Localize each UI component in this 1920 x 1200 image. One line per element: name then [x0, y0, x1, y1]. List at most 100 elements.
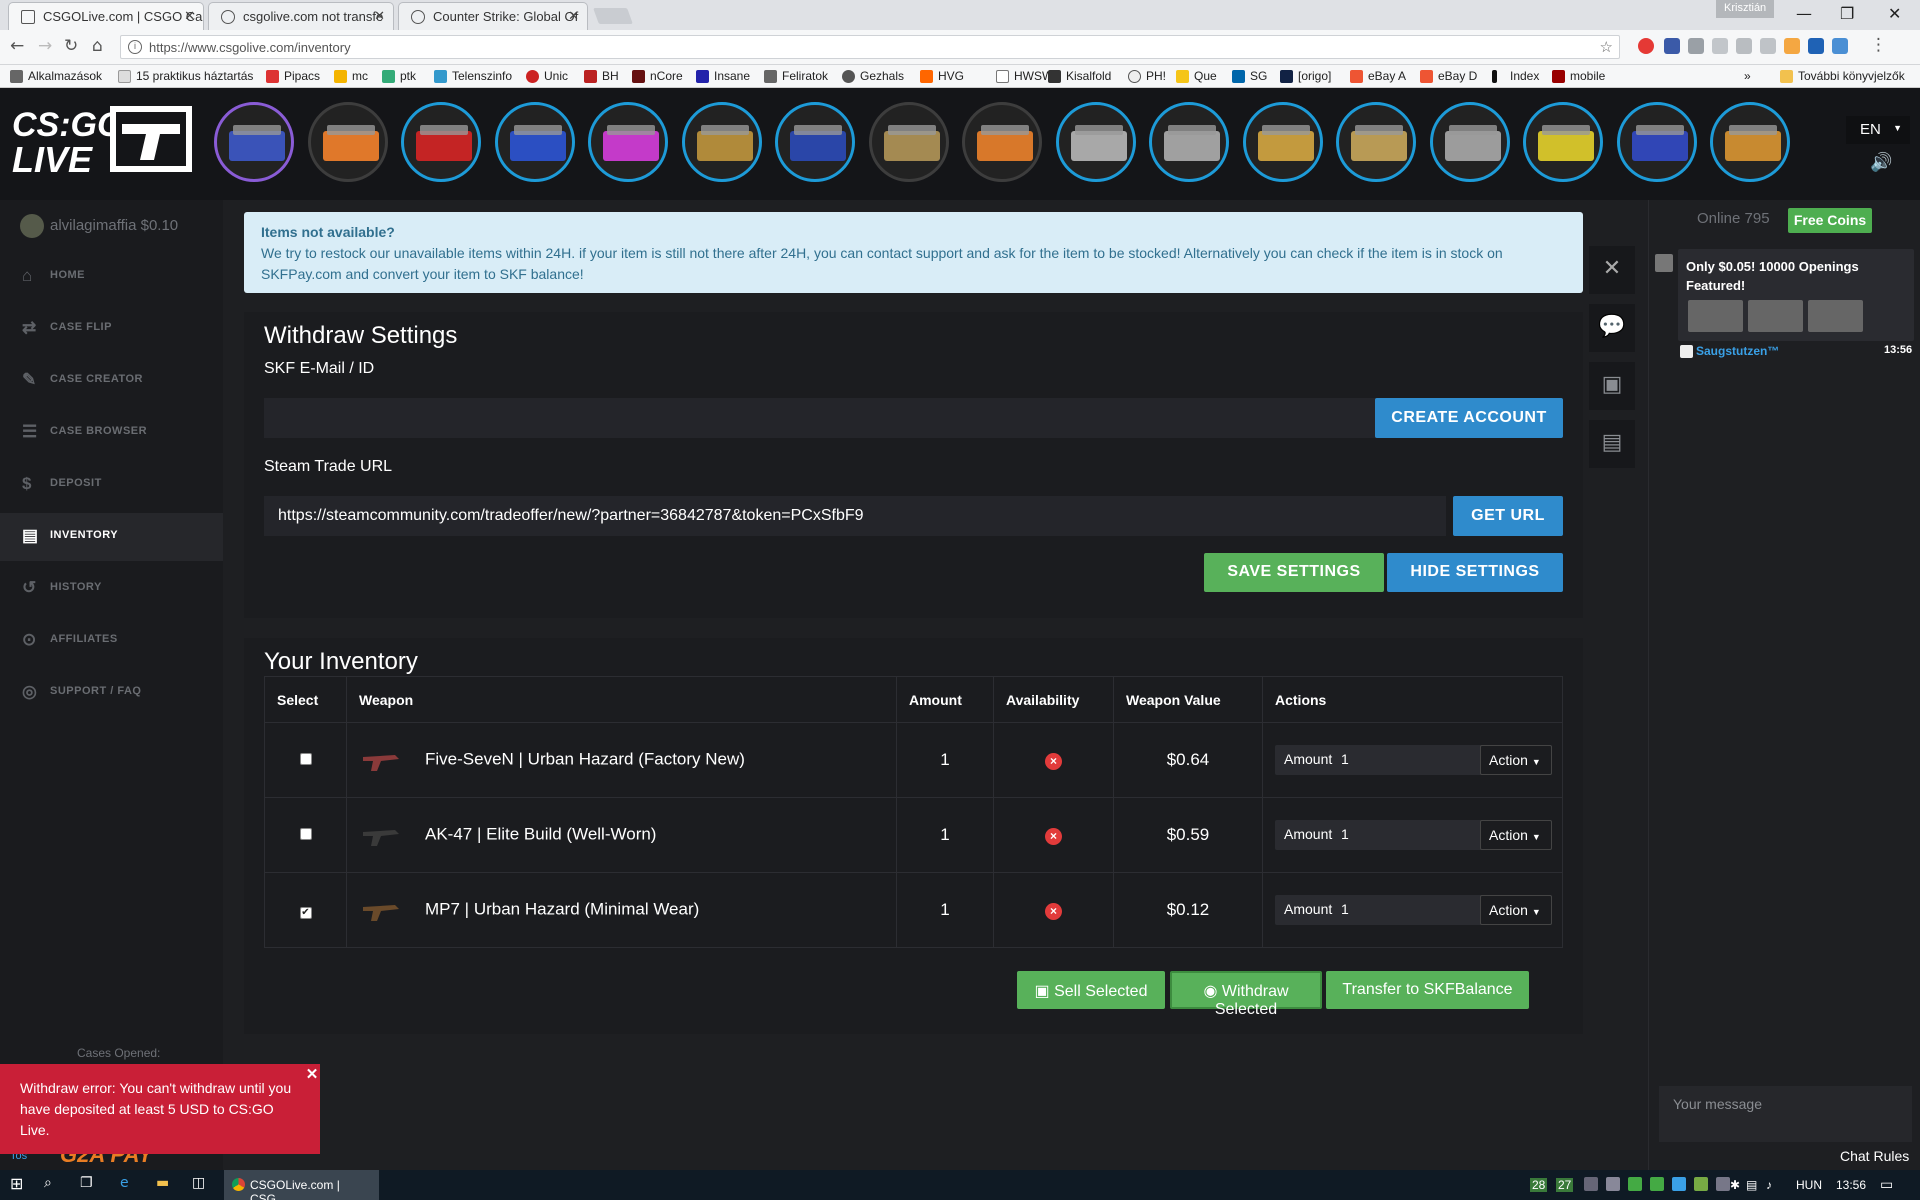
tray-icon[interactable] [1672, 1177, 1686, 1191]
sidebar-item-history[interactable]: ↺ HISTORY [0, 565, 223, 613]
amount-input[interactable]: 1 [1341, 826, 1349, 842]
extension-icon[interactable] [1784, 38, 1800, 54]
skf-email-field[interactable] [264, 398, 1376, 438]
bookmark-item[interactable]: BH [584, 69, 619, 83]
bookmark-item[interactable]: 15 praktikus háztartás [118, 69, 253, 83]
bookmark-item[interactable]: HVG [920, 69, 964, 83]
case-thumbnail[interactable] [962, 102, 1042, 182]
select-checkbox[interactable] [299, 828, 312, 840]
window-close-icon[interactable]: ✕ [1888, 4, 1901, 23]
tray-icon[interactable] [1606, 1177, 1620, 1191]
archive-icon[interactable]: ▤ [1589, 420, 1635, 468]
minimize-icon[interactable]: — [1796, 4, 1812, 23]
close-icon[interactable]: ✕ [1589, 246, 1635, 294]
browser-tab-counter-strike[interactable]: Counter Strike: Global Of ✕ [398, 2, 588, 30]
bookmark-item[interactable]: [origo] [1280, 69, 1331, 83]
window-user-badge[interactable]: Krisztián [1716, 0, 1775, 18]
sidebar-item-case-flip[interactable]: ⇄ CASE FLIP [0, 305, 223, 353]
case-thumbnail[interactable] [307, 102, 388, 182]
bookmark-item[interactable]: Index [1492, 69, 1539, 83]
action-dropdown[interactable]: Action ▼ [1480, 745, 1552, 775]
forward-icon[interactable]: → [38, 36, 52, 56]
bookmark-star-icon[interactable]: ☆ [1600, 38, 1613, 56]
chat-avatar[interactable] [1655, 254, 1673, 272]
case-thumbnail[interactable] [1055, 102, 1136, 182]
site-info-icon[interactable]: i [128, 40, 142, 54]
action-dropdown[interactable]: Action ▼ [1480, 820, 1552, 850]
edge-icon[interactable]: e [120, 1175, 129, 1191]
clock[interactable]: 13:56 [1836, 1178, 1866, 1192]
case-thumbnail[interactable] [1149, 102, 1229, 182]
bookmark-item[interactable]: Insane [696, 69, 750, 83]
sound-icon[interactable]: 🔊 [1870, 152, 1892, 173]
tab-close-icon[interactable]: ✕ [184, 8, 195, 24]
tray-icon[interactable] [1694, 1177, 1708, 1191]
chat-username[interactable]: Saugstutzen™ [1680, 344, 1779, 358]
case-thumbnail[interactable] [494, 102, 575, 182]
extension-icon[interactable] [1760, 38, 1776, 54]
browser-tab-csgolive[interactable]: CSGOLive.com | CSGO Ca ✕ [8, 2, 204, 30]
bookmark-item[interactable]: mc [334, 69, 368, 83]
bookmark-item[interactable]: Kisalfold [1048, 69, 1111, 83]
extension-icon[interactable] [1688, 38, 1704, 54]
file-explorer-icon[interactable]: ▬ [156, 1175, 169, 1191]
home-page-icon[interactable]: ⌂ [92, 36, 103, 56]
transfer-skfbalance-button[interactable]: Transfer to SKFBalance [1326, 971, 1529, 1009]
language-select[interactable]: EN ▼ [1846, 116, 1910, 144]
tray-badge[interactable]: 28 [1530, 1178, 1548, 1192]
bookmarks-overflow-icon[interactable]: » [1744, 69, 1751, 83]
browser-menu-icon[interactable]: ⋮ [1870, 35, 1887, 55]
chat-message-input[interactable]: Your message [1659, 1086, 1912, 1142]
amount-input[interactable]: 1 [1341, 751, 1349, 767]
hide-settings-button[interactable]: HIDE SETTINGS [1387, 553, 1563, 592]
bookmark-item[interactable]: Gezhals [842, 69, 904, 83]
windows-start-icon[interactable]: ⊞ [10, 1174, 23, 1193]
tray-icon[interactable] [1584, 1177, 1598, 1191]
new-tab-button[interactable] [593, 8, 633, 24]
case-thumbnail[interactable] [1429, 102, 1510, 182]
extension-icon[interactable] [1808, 38, 1824, 54]
case-thumbnail[interactable] [681, 102, 762, 182]
bookmark-item[interactable]: Feliratok [764, 69, 828, 83]
sidebar-item-deposit[interactable]: $ DEPOSIT [0, 461, 223, 509]
sidebar-item-inventory[interactable]: ▤ INVENTORY [0, 513, 223, 561]
case-thumbnail[interactable] [868, 102, 949, 182]
case-thumbnail[interactable] [1242, 102, 1323, 182]
bookmark-item[interactable]: Telenszinfo [434, 69, 512, 83]
extension-icon[interactable] [1712, 38, 1728, 54]
case-thumbnail[interactable] [775, 102, 855, 182]
search-icon[interactable]: ⌕ [44, 1175, 52, 1191]
case-thumbnail[interactable] [1336, 102, 1416, 182]
bookmark-item[interactable]: eBay D [1420, 69, 1477, 83]
task-view-icon[interactable]: ❐ [80, 1175, 93, 1191]
bookmark-item[interactable]: Unic [526, 69, 568, 83]
tray-icon[interactable] [1650, 1177, 1664, 1191]
bookmark-item[interactable]: ptk [382, 69, 416, 83]
network-icon[interactable]: ▤ [1746, 1178, 1757, 1192]
get-url-button[interactable]: GET URL [1453, 496, 1563, 536]
case-thumbnail[interactable] [1616, 102, 1697, 182]
amount-input[interactable]: 1 [1341, 901, 1349, 917]
url-field[interactable]: i https://www.csgolive.com/inventory ☆ [120, 35, 1620, 59]
action-dropdown[interactable]: Action ▼ [1480, 895, 1552, 925]
tray-icon[interactable] [1716, 1177, 1730, 1191]
taskbar-chrome-app[interactable]: CSGOLive.com | CSG... [224, 1170, 379, 1200]
select-checkbox[interactable] [299, 753, 312, 765]
money-icon[interactable]: ▣ [1589, 362, 1635, 410]
user-profile[interactable]: alvilagimaffia $0.10 [20, 214, 178, 238]
bookmark-item[interactable]: mobile [1552, 69, 1605, 83]
create-account-button[interactable]: CREATE ACCOUNT [1375, 398, 1563, 438]
tab-close-icon[interactable]: ✕ [374, 8, 385, 24]
notifications-icon[interactable]: ▭ [1880, 1176, 1893, 1193]
bookmark-item[interactable]: eBay A [1350, 69, 1406, 83]
sidebar-item-case-creator[interactable]: ✎ CASE CREATOR [0, 357, 223, 405]
bookmark-item[interactable]: Alkalmazások [10, 69, 102, 83]
case-thumbnail[interactable] [1710, 102, 1790, 182]
opera-extension-icon[interactable] [1638, 38, 1654, 54]
chat-rules-link[interactable]: Chat Rules [1840, 1148, 1909, 1164]
save-settings-button[interactable]: SAVE SETTINGS [1204, 553, 1384, 592]
back-icon[interactable]: ← [10, 36, 24, 56]
case-thumbnail[interactable] [588, 102, 668, 182]
tab-close-icon[interactable]: ✕ [568, 8, 579, 24]
sell-selected-button[interactable]: ▣ Sell Selected [1017, 971, 1165, 1009]
